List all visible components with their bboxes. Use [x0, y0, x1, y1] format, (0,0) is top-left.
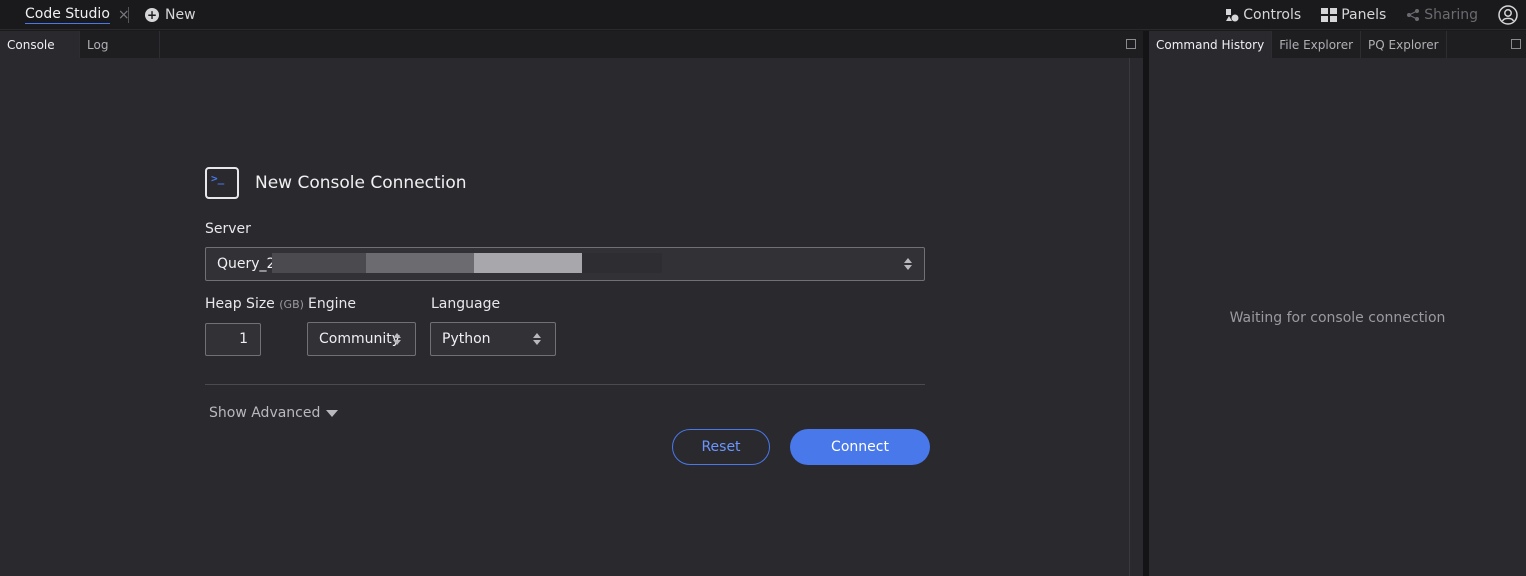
- user-icon: [1498, 5, 1518, 25]
- terminal-icon: >_: [205, 167, 239, 199]
- command-history-panel: Command History File Explorer PQ Explore…: [1149, 31, 1526, 576]
- form-divider: [205, 384, 925, 385]
- sharing-button[interactable]: Sharing: [1406, 7, 1478, 23]
- engine-value: Community: [319, 331, 401, 347]
- controls-button[interactable]: Controls: [1225, 7, 1301, 23]
- panels-icon: [1321, 8, 1338, 22]
- show-advanced-toggle[interactable]: Show Advanced: [209, 405, 339, 421]
- tab-command-history[interactable]: Command History: [1149, 31, 1273, 58]
- right-tabstrip: Command History File Explorer PQ Explore…: [1149, 31, 1526, 58]
- reset-button[interactable]: Reset: [672, 429, 770, 465]
- redacted-block: [582, 253, 662, 273]
- tab-pq-explorer[interactable]: PQ Explorer: [1361, 31, 1447, 58]
- tab-file-explorer[interactable]: File Explorer: [1272, 31, 1362, 58]
- updown-icon: [533, 333, 541, 345]
- heap-size-text: Heap Size: [205, 296, 275, 312]
- sharing-label: Sharing: [1424, 7, 1478, 23]
- caret-down-icon: [326, 409, 339, 417]
- heap-size-unit: (GB): [279, 298, 304, 311]
- connect-button[interactable]: Connect: [790, 429, 930, 465]
- heap-size-label: Heap Size (GB): [205, 296, 304, 312]
- panels-button[interactable]: Panels: [1321, 7, 1386, 23]
- server-value: Query_2: [217, 256, 276, 272]
- engine-label: Engine: [308, 296, 356, 312]
- controls-icon: [1226, 9, 1239, 22]
- heap-size-input[interactable]: 1: [205, 323, 261, 356]
- share-icon: [1407, 9, 1420, 21]
- redacted-block: [272, 253, 366, 273]
- engine-select[interactable]: Community: [307, 322, 416, 356]
- language-select[interactable]: Python: [430, 322, 556, 356]
- connection-form: >_ New Console Connection Server Query_2…: [0, 0, 1143, 576]
- redacted-block: [474, 253, 582, 273]
- waiting-message: Waiting for console connection: [1229, 310, 1446, 326]
- redacted-block: [366, 253, 474, 273]
- updown-icon: [393, 333, 401, 345]
- server-label: Server: [205, 221, 251, 237]
- updown-icon: [904, 258, 912, 270]
- panels-label: Panels: [1341, 7, 1387, 23]
- connection-title: New Console Connection: [255, 173, 467, 193]
- user-menu-button[interactable]: [1498, 5, 1522, 25]
- top-right-actions: Controls Panels Sharing: [1225, 0, 1526, 30]
- maximize-icon[interactable]: [1511, 39, 1521, 49]
- show-advanced-label: Show Advanced: [209, 405, 321, 421]
- language-label: Language: [431, 296, 501, 312]
- console-panel: Console Log >_ New Console Connection Se…: [0, 31, 1143, 576]
- controls-label: Controls: [1243, 7, 1302, 23]
- language-value: Python: [442, 331, 491, 347]
